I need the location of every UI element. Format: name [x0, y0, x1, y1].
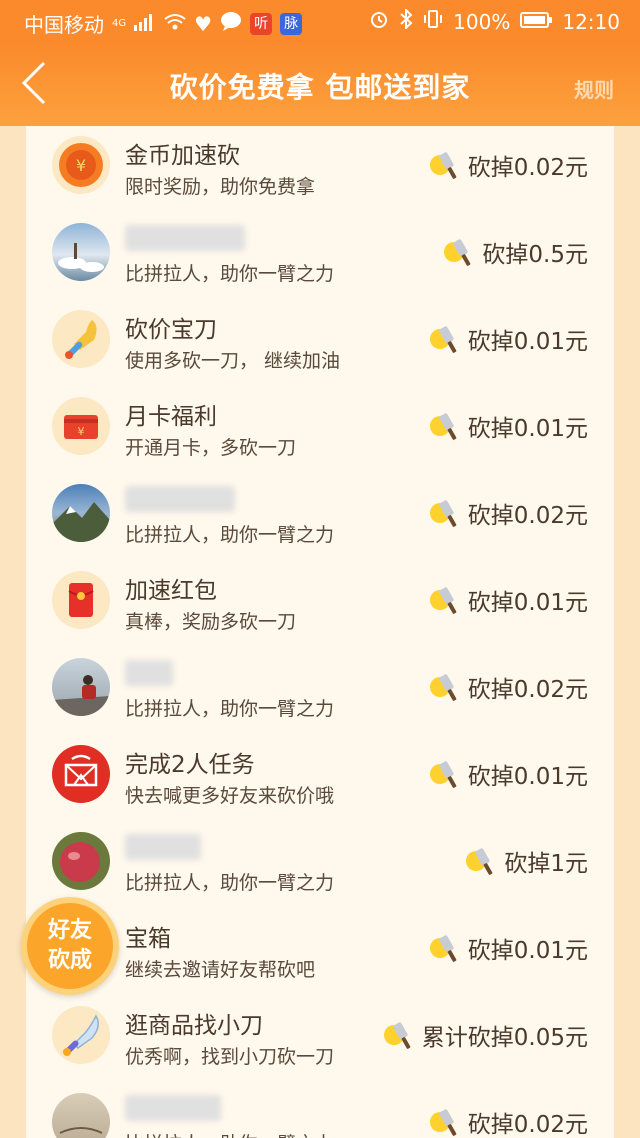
friend-name-blurred: [125, 225, 245, 251]
cut-amount: 累计砍掉0.05元: [421, 1025, 588, 1051]
red-envelope-icon: [52, 571, 110, 629]
chat-icon: [220, 11, 242, 36]
friend-name-blurred: [125, 1095, 221, 1121]
bargain-helper-list: ¥ 金币加速砍 限时奖励，助你免费拿 砍掉0.02元 比拼拉人，助你一臂之力 砍…: [26, 126, 614, 1138]
list-item: 加速红包 真棒，奖励多砍一刀 砍掉0.01元: [26, 565, 614, 652]
friend-name-blurred: [125, 486, 235, 512]
float-button-line1: 好友: [47, 918, 92, 943]
nav-bar: 砍价免费拿 包邮送到家 规则: [0, 44, 640, 126]
row-title: 完成2人任务: [125, 752, 255, 778]
heart-icon: ♥: [194, 11, 213, 36]
row-title: 加速红包: [125, 578, 217, 604]
status-bar: 中国移动 4G ♥ 听 脉 100% 12:10: [0, 0, 640, 44]
row-subtitle: 比拼拉人，助你一臂之力: [125, 263, 335, 285]
row-subtitle: 优秀啊，找到小刀砍一刀: [125, 1046, 335, 1068]
cut-amount: 砍掉0.01元: [467, 764, 588, 790]
list-item: 完成2人任务 快去喊更多好友来砍价哦 砍掉0.01元: [26, 739, 614, 826]
small-knife-icon: [52, 1006, 110, 1064]
cut-amount: 砍掉0.02元: [467, 1112, 588, 1138]
row-subtitle: 使用多砍一刀， 继续加油: [125, 350, 341, 372]
friend-name-blurred: [125, 834, 201, 860]
cut-amount: 砍掉0.02元: [467, 503, 588, 529]
friend-name-blurred: [125, 660, 173, 686]
row-subtitle: 开通月卡，多砍一刀: [125, 437, 297, 459]
list-item: ¥ 月卡福利 开通月卡，多砍一刀 砍掉0.01元: [26, 391, 614, 478]
knife-icon: [429, 674, 457, 701]
pinduoduo-logo-icon: [52, 745, 110, 803]
cut-amount: 砍掉0.01元: [467, 416, 588, 442]
knife-icon: [444, 239, 471, 266]
knife-icon: [429, 587, 457, 614]
svg-text:¥: ¥: [76, 156, 86, 175]
list-item: 砍价宝刀 使用多砍一刀， 继续加油 砍掉0.01元: [26, 304, 614, 391]
list-item: 比拼拉人，助你一臂之力 砍掉0.02元: [26, 478, 614, 565]
friend-avatar: [52, 832, 110, 890]
list-item: 比拼拉人，助你一臂之力 砍掉0.02元: [26, 1087, 614, 1138]
cut-amount: 砍掉0.02元: [467, 677, 588, 703]
friend-avatar: [52, 484, 110, 542]
list-item: 比拼拉人，助你一臂之力 砍掉1元: [26, 826, 614, 913]
month-card-icon: ¥: [52, 397, 110, 455]
alarm-icon: [369, 9, 389, 34]
knife-icon: [466, 848, 493, 875]
clock-time: 12:10: [562, 9, 620, 34]
cut-amount: 砍掉0.02元: [467, 155, 588, 181]
friend-avatar: [52, 1093, 110, 1138]
friend-avatar: [52, 223, 110, 281]
carrier-label: 中国移动: [24, 13, 104, 37]
list-item: 逛商品找小刀 优秀啊，找到小刀砍一刀 累计砍掉0.05元: [26, 1000, 614, 1087]
row-subtitle: 真棒，奖励多砍一刀: [125, 611, 297, 633]
cut-amount: 砍掉0.01元: [467, 938, 588, 964]
bluetooth-icon: [399, 7, 413, 34]
cut-amount: 砍掉1元: [504, 851, 588, 877]
cut-amount: 砍掉0.5元: [482, 242, 588, 268]
signal-icon: [134, 12, 156, 36]
row-subtitle: 快去喊更多好友来砍价哦: [125, 785, 335, 807]
battery-percent: 100%: [453, 9, 511, 34]
row-title: 逛商品找小刀: [125, 1013, 263, 1039]
row-subtitle: 比拼拉人，助你一臂之力: [125, 524, 335, 546]
battery-icon: [520, 10, 553, 34]
row-subtitle: 比拼拉人，助你一臂之力: [125, 1129, 334, 1138]
cut-amount: 砍掉0.01元: [467, 590, 588, 616]
list-item: 比拼拉人，助你一臂之力 砍掉0.02元: [26, 652, 614, 739]
page-title: 砍价免费拿 包邮送到家: [169, 71, 471, 104]
list-item: ¥ 金币加速砍 限时奖励，助你免费拿 砍掉0.02元: [26, 130, 614, 217]
cut-amount: 砍掉0.01元: [467, 329, 588, 355]
net-type-label: 4G: [112, 17, 127, 29]
knife-icon: [429, 413, 457, 440]
knife-icon: [429, 1109, 457, 1136]
knife-icon: [429, 935, 457, 962]
knife-icon: [429, 761, 457, 788]
wifi-icon: [164, 12, 186, 36]
app-badge-listen: 听: [250, 12, 273, 35]
row-subtitle: 比拼拉人，助你一臂之力: [125, 872, 335, 894]
sword-icon: [52, 310, 110, 368]
knife-icon: [429, 326, 457, 353]
row-subtitle: 限时奖励，助你免费拿: [125, 176, 316, 198]
row-title: 宝箱: [125, 926, 171, 952]
row-title: 砍价宝刀: [125, 317, 217, 343]
rules-link[interactable]: 规则: [574, 74, 614, 103]
knife-icon: [383, 1022, 411, 1049]
friends-bargain-float-button[interactable]: 好友 砍成: [21, 897, 119, 995]
coin-icon: ¥: [52, 136, 110, 194]
float-button-line2: 砍成: [47, 948, 92, 973]
svg-text:¥: ¥: [78, 425, 85, 438]
friend-avatar: [52, 658, 110, 716]
row-subtitle: 比拼拉人，助你一臂之力: [125, 698, 335, 720]
vibrate-icon: [423, 9, 443, 34]
row-title: 金币加速砍: [125, 143, 240, 169]
knife-icon: [429, 152, 457, 179]
knife-icon: [429, 500, 457, 527]
row-subtitle: 继续去邀请好友帮砍吧: [125, 959, 316, 981]
list-item: 比拼拉人，助你一臂之力 砍掉0.5元: [26, 217, 614, 304]
row-title: 月卡福利: [125, 404, 217, 430]
app-badge-maimai: 脉: [280, 12, 303, 35]
